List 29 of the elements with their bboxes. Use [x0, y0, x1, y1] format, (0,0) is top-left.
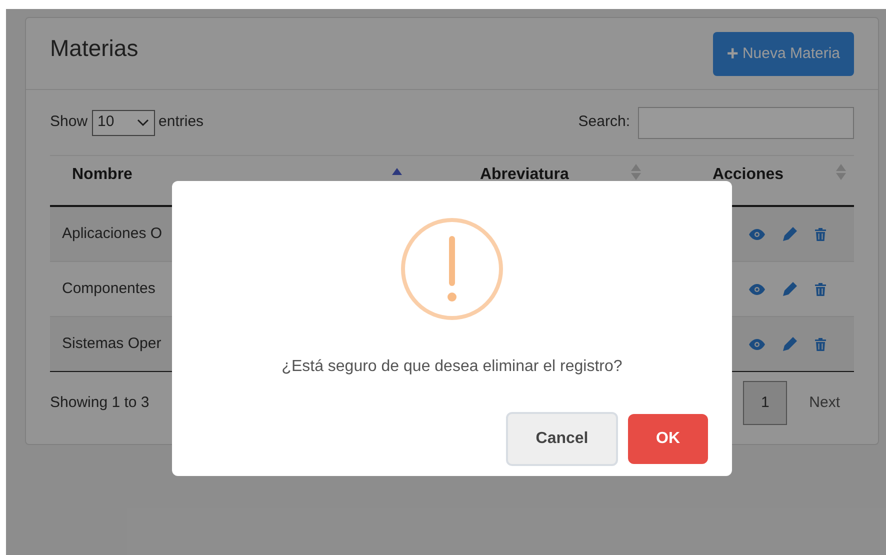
next-link[interactable]: Next	[809, 392, 840, 414]
caret-icon	[136, 118, 149, 126]
column-header[interactable]: Acciones	[649, 156, 854, 205]
pencil-icon[interactable]	[783, 282, 798, 296]
column-header[interactable]: Nombre	[50, 156, 410, 205]
ok-button[interactable]: OK	[628, 414, 708, 464]
search-label: Search:	[578, 112, 630, 132]
eye-icon[interactable]	[749, 284, 766, 294]
eye-icon[interactable]	[749, 338, 766, 350]
show-label: Show	[50, 112, 88, 132]
pencil-icon[interactable]	[783, 337, 798, 351]
pencil-icon[interactable]	[783, 227, 798, 241]
entries-select[interactable]: 10	[92, 110, 155, 136]
page-button[interactable]: 1	[743, 381, 788, 425]
eye-icon[interactable]	[749, 228, 766, 240]
card-title: Materias	[50, 34, 138, 63]
search-field[interactable]	[638, 106, 854, 138]
trash-icon[interactable]	[815, 282, 826, 296]
table-cell-text: Sistemas Oper	[62, 334, 162, 354]
trash-icon[interactable]	[815, 338, 826, 350]
table-cell-text: Componentes	[62, 278, 156, 299]
table-cell-text: Aplicaciones O	[62, 224, 162, 244]
entries-label: entries	[158, 112, 204, 132]
warning-icon	[401, 218, 503, 320]
info-text: Showing 1 to 3	[50, 392, 150, 413]
dialog-message: ¿Está seguro de que desea eliminar el registro?	[282, 357, 622, 377]
cancel-button[interactable]: Cancel	[506, 412, 618, 466]
column-header[interactable]: Abreviatura	[410, 156, 650, 205]
trash-icon[interactable]	[815, 228, 826, 240]
